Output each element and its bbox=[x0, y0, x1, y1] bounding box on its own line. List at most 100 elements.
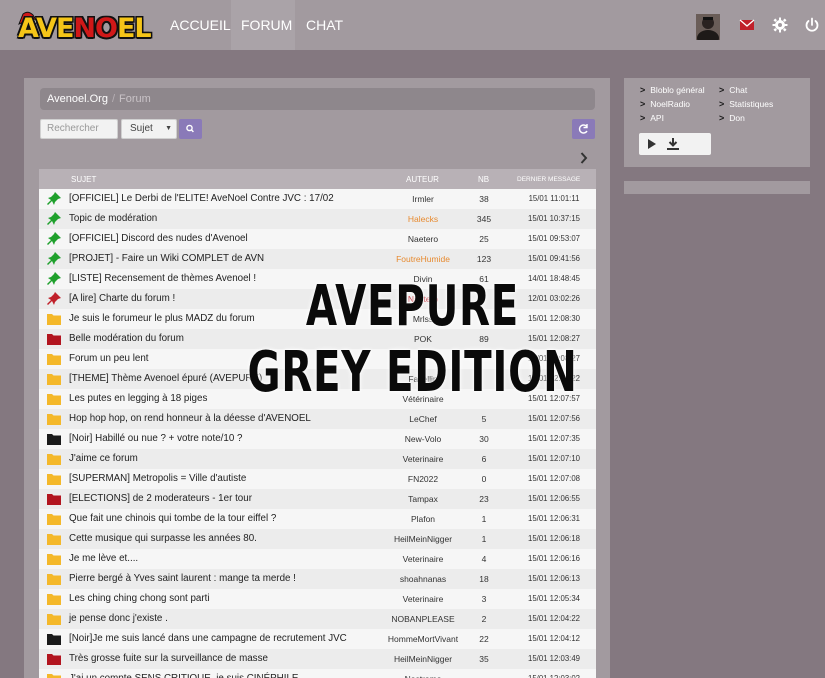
topic-title[interactable]: Pierre bergé à Yves saint laurent : mang… bbox=[69, 573, 296, 584]
topic-author[interactable]: FN2022 bbox=[373, 474, 473, 484]
nav-chat[interactable]: CHAT bbox=[296, 0, 346, 50]
topic-author[interactable]: LeChef bbox=[373, 414, 473, 424]
site-logo[interactable]: AVENOEL bbox=[8, 6, 156, 44]
topic-title[interactable]: J'ai un compte SENS CRITIQUE, je suis CI… bbox=[69, 673, 298, 678]
topic-author[interactable]: Veterinaire bbox=[373, 594, 473, 604]
table-row[interactable]: J'aime ce forum Veterinaire 6 15/01 12:07:1… bbox=[39, 449, 596, 469]
topic-author[interactable]: HommeMortVivant bbox=[373, 634, 473, 644]
topic-last-date[interactable]: 15/01 09:41:56 bbox=[514, 254, 594, 263]
search-button[interactable] bbox=[179, 119, 202, 139]
table-row[interactable]: Je me lève et.... Veterinaire 4 15/01 12:06… bbox=[39, 549, 596, 569]
topic-author[interactable]: Naetero bbox=[373, 234, 473, 244]
gear-icon[interactable] bbox=[772, 17, 788, 33]
table-row[interactable]: je pense donc j'existe . NOBANPLEASE 2 15/0… bbox=[39, 609, 596, 629]
header-nb[interactable]: NB bbox=[478, 175, 489, 184]
topic-title[interactable]: Les ching ching chong sont parti bbox=[69, 593, 210, 604]
chevron-right-icon: > bbox=[640, 85, 646, 95]
topic-last-date[interactable]: 15/01 11:01:11 bbox=[514, 194, 594, 203]
topic-author[interactable]: Irmler bbox=[373, 194, 473, 204]
table-row[interactable]: [PROJET] - Faire un Wiki COMPLET de AVN F… bbox=[39, 249, 596, 269]
topic-title[interactable]: [PROJET] - Faire un Wiki COMPLET de AVN bbox=[69, 253, 264, 264]
topic-last-date[interactable]: 15/01 12:04:12 bbox=[514, 634, 594, 643]
topic-last-date[interactable]: 15/01 12:03:02 bbox=[514, 674, 594, 678]
search-input[interactable]: Rechercher bbox=[40, 119, 118, 139]
topic-title[interactable]: [ELECTIONS] de 2 moderateurs - 1er tour bbox=[69, 493, 252, 504]
header-auteur[interactable]: AUTEUR bbox=[406, 175, 439, 184]
topic-last-date[interactable]: 15/01 12:06:55 bbox=[514, 494, 594, 503]
side-link-statistiques[interactable]: > Statistiques bbox=[719, 99, 773, 109]
chevron-right-icon[interactable] bbox=[580, 152, 588, 164]
table-row[interactable]: [ELECTIONS] de 2 moderateurs - 1er tour T… bbox=[39, 489, 596, 509]
side-link-chat[interactable]: > Chat bbox=[719, 85, 747, 95]
topic-title[interactable]: J'aime ce forum bbox=[69, 453, 138, 464]
topic-title[interactable]: Très grosse fuite sur la surveillance de… bbox=[69, 653, 268, 664]
topic-author[interactable]: HeilMeinNigger bbox=[373, 534, 473, 544]
topic-title[interactable]: [OFFICIEL] Le Derbi de l'ELITE! AveNoel … bbox=[69, 193, 334, 204]
table-row[interactable]: [SUPERMAN] Metropolis = Ville d'autiste F… bbox=[39, 469, 596, 489]
topic-author[interactable]: NOBANPLEASE bbox=[373, 614, 473, 624]
topic-last-date[interactable]: 15/01 12:06:31 bbox=[514, 514, 594, 523]
topic-title[interactable]: [Noir]Je me suis lancé dans une campagne… bbox=[69, 633, 347, 644]
topic-last-date[interactable]: 15/01 12:06:18 bbox=[514, 534, 594, 543]
topic-author[interactable]: Veterinaire bbox=[373, 554, 473, 564]
topic-title[interactable]: Que fait une chinois qui tombe de la tou… bbox=[69, 513, 276, 524]
table-row[interactable]: Pierre bergé à Yves saint laurent : mang… bbox=[39, 569, 596, 589]
nav-forum[interactable]: FORUM bbox=[231, 0, 295, 50]
table-row[interactable]: Topic de modération Halecks 345 15/01 10:37… bbox=[39, 209, 596, 229]
side-link-api[interactable]: > API bbox=[640, 113, 664, 123]
topic-last-date[interactable]: 15/01 12:07:10 bbox=[514, 454, 594, 463]
play-icon[interactable] bbox=[647, 139, 657, 149]
topic-author[interactable]: shoahnanas bbox=[373, 574, 473, 584]
topic-last-date[interactable]: 15/01 12:06:13 bbox=[514, 574, 594, 583]
table-row[interactable]: J'ai un compte SENS CRITIQUE, je suis CI… bbox=[39, 669, 596, 678]
topic-last-date[interactable]: 15/01 12:07:08 bbox=[514, 474, 594, 483]
side-link-noelradio[interactable]: > NoelRadio bbox=[640, 99, 690, 109]
refresh-button[interactable] bbox=[572, 119, 595, 139]
folder-yellow-icon bbox=[47, 592, 61, 606]
table-row[interactable]: [Noir] Habillé ou nue ? + votre note/10 … bbox=[39, 429, 596, 449]
topic-last-date[interactable]: 15/01 12:07:56 bbox=[514, 414, 594, 423]
download-icon[interactable] bbox=[667, 137, 679, 151]
topic-title[interactable]: [SUPERMAN] Metropolis = Ville d'autiste bbox=[69, 473, 246, 484]
table-row[interactable]: [OFFICIEL] Le Derbi de l'ELITE! AveNoel … bbox=[39, 189, 596, 209]
side-link-don[interactable]: > Don bbox=[719, 113, 745, 123]
table-row[interactable]: Les ching ching chong sont parti Veterina… bbox=[39, 589, 596, 609]
topic-author[interactable]: FoutreHumide bbox=[373, 254, 473, 264]
mail-icon[interactable] bbox=[739, 17, 755, 33]
topic-author[interactable]: HeilMeinNigger bbox=[373, 654, 473, 664]
table-row[interactable]: Que fait une chinois qui tombe de la tou… bbox=[39, 509, 596, 529]
side-link-bloblo[interactable]: > Bloblo général bbox=[640, 85, 705, 95]
topic-title[interactable]: [OFFICIEL] Discord des nudes d'Avenoel bbox=[69, 233, 248, 244]
topic-last-date[interactable]: 15/01 12:03:49 bbox=[514, 654, 594, 663]
topic-title[interactable]: Je me lève et.... bbox=[69, 553, 138, 564]
topic-title[interactable]: je pense donc j'existe . bbox=[69, 613, 168, 624]
topic-last-date[interactable]: 15/01 12:05:34 bbox=[514, 594, 594, 603]
topic-author[interactable]: Veterinaire bbox=[373, 454, 473, 464]
topic-last-date[interactable]: 15/01 12:06:16 bbox=[514, 554, 594, 563]
header-sujet[interactable]: SUJET bbox=[71, 175, 96, 184]
topic-author[interactable]: Tampax bbox=[373, 494, 473, 504]
topic-title[interactable]: [Noir] Habillé ou nue ? + votre note/10 … bbox=[69, 433, 242, 444]
topic-author[interactable]: New-Volo bbox=[373, 434, 473, 444]
table-row[interactable]: [OFFICIEL] Discord des nudes d'Avenoel Na… bbox=[39, 229, 596, 249]
power-icon[interactable] bbox=[804, 17, 820, 33]
topic-last-date[interactable]: 15/01 10:37:15 bbox=[514, 214, 594, 223]
topic-last-date[interactable]: 15/01 12:04:22 bbox=[514, 614, 594, 623]
topic-author[interactable]: Plafon bbox=[373, 514, 473, 524]
topic-last-date[interactable]: 15/01 12:07:35 bbox=[514, 434, 594, 443]
topic-author[interactable]: Nostromo bbox=[373, 674, 473, 678]
avatar[interactable] bbox=[696, 14, 720, 40]
table-row[interactable]: [Noir]Je me suis lancé dans une campagne… bbox=[39, 629, 596, 649]
table-row[interactable]: Très grosse fuite sur la surveillance de… bbox=[39, 649, 596, 669]
table-row[interactable]: Cette musique qui surpasse les années 80… bbox=[39, 529, 596, 549]
topic-title[interactable]: Topic de modération bbox=[69, 213, 157, 224]
topic-title[interactable]: Cette musique qui surpasse les années 80… bbox=[69, 533, 257, 544]
table-row[interactable]: Hop hop hop, on rend honneur à la déesse… bbox=[39, 409, 596, 429]
topic-title[interactable]: Hop hop hop, on rend honneur à la déesse… bbox=[69, 413, 311, 424]
search-type-select[interactable]: Sujet ▼ bbox=[121, 119, 177, 139]
header-last-message[interactable]: DERNIER MESSAGE bbox=[517, 176, 580, 183]
breadcrumb-home[interactable]: Avenoel.Org bbox=[47, 93, 108, 105]
topic-last-date[interactable]: 15/01 09:53:07 bbox=[514, 234, 594, 243]
topic-author[interactable]: Halecks bbox=[373, 214, 473, 224]
nav-accueil[interactable]: ACCUEIL bbox=[160, 0, 231, 50]
